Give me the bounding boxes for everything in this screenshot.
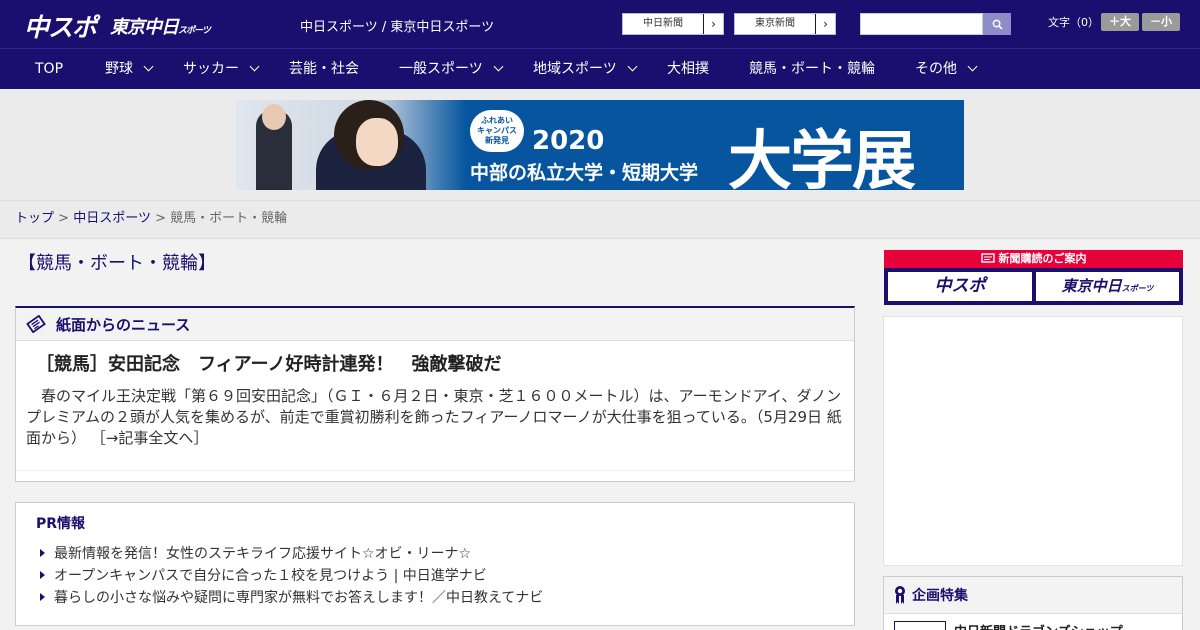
banner-zone: ふれあい キャンパス 新発見 2020 中部の私立大学・短期大学 大学展 xyxy=(0,89,1200,201)
subscribe-tokyo-chunichi-button[interactable]: 東京中日スポーツ xyxy=(1036,272,1179,301)
pr-link-label: 暮らしの小さな悩みや疑問に専門家が無料でお答えします！／中日教えてナビ xyxy=(54,590,544,606)
main-nav: TOP 野球 サッカー 芸能・社会 一般スポーツ 地域スポーツ 大相撲 競馬・ボ… xyxy=(0,48,1200,89)
banner-subtitle: 中部の私立大学・短期大学 xyxy=(470,162,699,184)
breadcrumb-top[interactable]: トップ xyxy=(15,211,54,226)
read-more-link[interactable]: ［→記事全文へ］ xyxy=(91,429,209,447)
article-summary: 春のマイル王決定戦「第６９回安田記念」（ＧＩ・６月２日・東京・芝１６００メートル… xyxy=(26,386,846,449)
breadcrumb-separator: > xyxy=(58,211,70,226)
nav-label: 野球 xyxy=(105,61,133,77)
triangle-bullet-icon xyxy=(40,593,45,601)
pr-title: PR情報 xyxy=(36,516,86,532)
feature-header: 企画特集 xyxy=(884,577,1182,614)
breadcrumb-chunichi-sports[interactable]: 中日スポーツ xyxy=(73,211,151,226)
breadcrumb-current: 競馬・ボート・競輪 xyxy=(170,211,288,226)
search-input[interactable] xyxy=(860,13,983,35)
nav-racing[interactable]: 競馬・ボート・競輪 xyxy=(749,49,875,90)
font-size-label: 文字（0） xyxy=(1048,16,1099,29)
feature-item-dragons-shop[interactable]: 中日新聞ドラゴンズショップ xyxy=(894,621,1123,630)
nav-sumo[interactable]: 大相撲 xyxy=(667,49,709,90)
nav-soccer[interactable]: サッカー xyxy=(183,49,260,90)
chevron-down-icon xyxy=(249,61,260,72)
search-icon xyxy=(992,19,1003,30)
banner-headline: 大学展 xyxy=(728,125,916,190)
tokyo-shimbun-link[interactable]: 東京新聞 › xyxy=(734,13,836,35)
chunichi-shimbun-label: 中日新聞 xyxy=(643,18,683,29)
nav-label: サッカー xyxy=(183,61,239,77)
subscribe-tokyo-label: 東京中日 xyxy=(1061,277,1122,295)
ad-placeholder xyxy=(883,316,1183,566)
nav-label: TOP xyxy=(35,61,64,77)
ribbon-award-icon xyxy=(895,586,905,604)
pr-link-label: 最新情報を発信！女性のステキライフ応援サイト☆オビ・リーナ☆ xyxy=(54,546,472,562)
nav-label: その他 xyxy=(915,61,957,77)
news-section-title: 紙面からのニュース xyxy=(56,315,191,334)
chevron-right-icon: › xyxy=(703,14,723,34)
logo-tokyo-chunichi[interactable]: 東京中日スポーツ xyxy=(110,13,211,39)
pr-section: PR情報 最新情報を発信！女性のステキライフ応援サイト☆オビ・リーナ☆ オープン… xyxy=(15,502,855,626)
breadcrumb: トップ > 中日スポーツ > 競馬・ボート・競輪 xyxy=(0,201,1200,239)
nav-general-sports[interactable]: 一般スポーツ xyxy=(399,49,504,90)
pr-link-3[interactable]: 暮らしの小さな悩みや疑問に専門家が無料でお答えします！／中日教えてナビ xyxy=(40,587,543,607)
nav-local-sports[interactable]: 地域スポーツ xyxy=(533,49,638,90)
logo-chuspo[interactable]: 中スポ xyxy=(24,8,97,44)
banner-badge-line: キャンパス xyxy=(477,126,517,135)
chevron-down-icon xyxy=(967,61,978,72)
tokyo-shimbun-label: 東京新聞 xyxy=(755,18,795,29)
university-fair-banner[interactable]: ふれあい キャンパス 新発見 2020 中部の私立大学・短期大学 大学展 xyxy=(236,100,964,190)
chevron-down-icon xyxy=(493,61,504,72)
feature-title: 企画特集 xyxy=(912,588,968,604)
search-button[interactable] xyxy=(983,13,1011,35)
nav-label: 地域スポーツ xyxy=(533,61,617,77)
logo-tokyo-small: スポーツ xyxy=(178,26,211,36)
breadcrumb-separator: > xyxy=(155,211,166,226)
feature-thumbnail xyxy=(894,621,946,630)
subscription-box: 新聞購読のご案内 中スポ 東京中日スポーツ xyxy=(884,250,1183,305)
news-section-header: 紙面からのニュース xyxy=(16,308,854,341)
subscribe-tokyo-small: スポーツ xyxy=(1121,284,1154,293)
font-smaller-button[interactable]: －小 xyxy=(1142,13,1180,31)
nav-label: 競馬・ボート・競輪 xyxy=(749,61,875,77)
print-news-section: 紙面からのニュース ［競馬］安田記念 フィアーノ好時計連発！ 強敵撃破だ 春のマ… xyxy=(15,306,855,482)
top-header: 中スポ 東京中日スポーツ 中日スポーツ / 東京中日スポーツ 中日新聞 › 東京… xyxy=(0,0,1200,48)
banner-year: 2020 xyxy=(532,126,605,156)
nav-baseball[interactable]: 野球 xyxy=(105,49,154,90)
subscription-header: 新聞購読のご案内 xyxy=(884,250,1183,268)
font-larger-button[interactable]: ＋大 xyxy=(1101,13,1139,31)
site-title: 中日スポーツ / 東京中日スポーツ xyxy=(300,20,495,35)
banner-badge-line: 新発見 xyxy=(485,136,509,145)
banner-person-1-head xyxy=(262,104,286,130)
nav-entertainment[interactable]: 芸能・社会 xyxy=(289,49,359,90)
feature-section: 企画特集 中日新聞ドラゴンズショップ xyxy=(883,576,1183,630)
site-logo[interactable]: 中スポ 東京中日スポーツ xyxy=(24,8,211,44)
pr-link-label: オープンキャンパスで自分に合った１校を見つけよう | 中日進学ナビ xyxy=(54,568,487,584)
banner-badge: ふれあい キャンパス 新発見 xyxy=(470,110,524,152)
triangle-bullet-icon xyxy=(40,549,45,557)
feature-item-label: 中日新聞ドラゴンズショップ xyxy=(954,621,1123,630)
chevron-right-icon: › xyxy=(815,14,835,34)
banner-person-2-face xyxy=(356,118,398,166)
divider xyxy=(16,470,854,471)
triangle-bullet-icon xyxy=(40,571,45,579)
chevron-down-icon xyxy=(627,61,638,72)
nav-top[interactable]: TOP xyxy=(35,49,63,90)
chunichi-shimbun-link[interactable]: 中日新聞 › xyxy=(622,13,724,35)
nav-label: 一般スポーツ xyxy=(399,61,483,77)
pr-link-2[interactable]: オープンキャンパスで自分に合った１校を見つけよう | 中日進学ナビ xyxy=(40,565,487,585)
newspaper-icon xyxy=(26,315,46,333)
subscribe-chuspo-button[interactable]: 中スポ xyxy=(888,272,1032,301)
nav-other[interactable]: その他 xyxy=(915,49,978,90)
nav-label: 大相撲 xyxy=(667,61,709,77)
subscription-header-label: 新聞購読のご案内 xyxy=(998,252,1087,265)
logo-tokyo-text: 東京中日 xyxy=(110,17,179,38)
pr-link-1[interactable]: 最新情報を発信！女性のステキライフ応援サイト☆オビ・リーナ☆ xyxy=(40,543,471,563)
banner-photo xyxy=(236,100,466,190)
newspaper-icon xyxy=(980,253,995,263)
banner-badge-line: ふれあい xyxy=(481,116,513,125)
chevron-down-icon xyxy=(143,61,154,72)
article-title[interactable]: ［競馬］安田記念 フィアーノ好時計連発！ 強敵撃破だ xyxy=(36,350,501,376)
page-title: 【競馬・ボート・競輪】 xyxy=(18,253,216,274)
nav-label: 芸能・社会 xyxy=(289,61,359,77)
